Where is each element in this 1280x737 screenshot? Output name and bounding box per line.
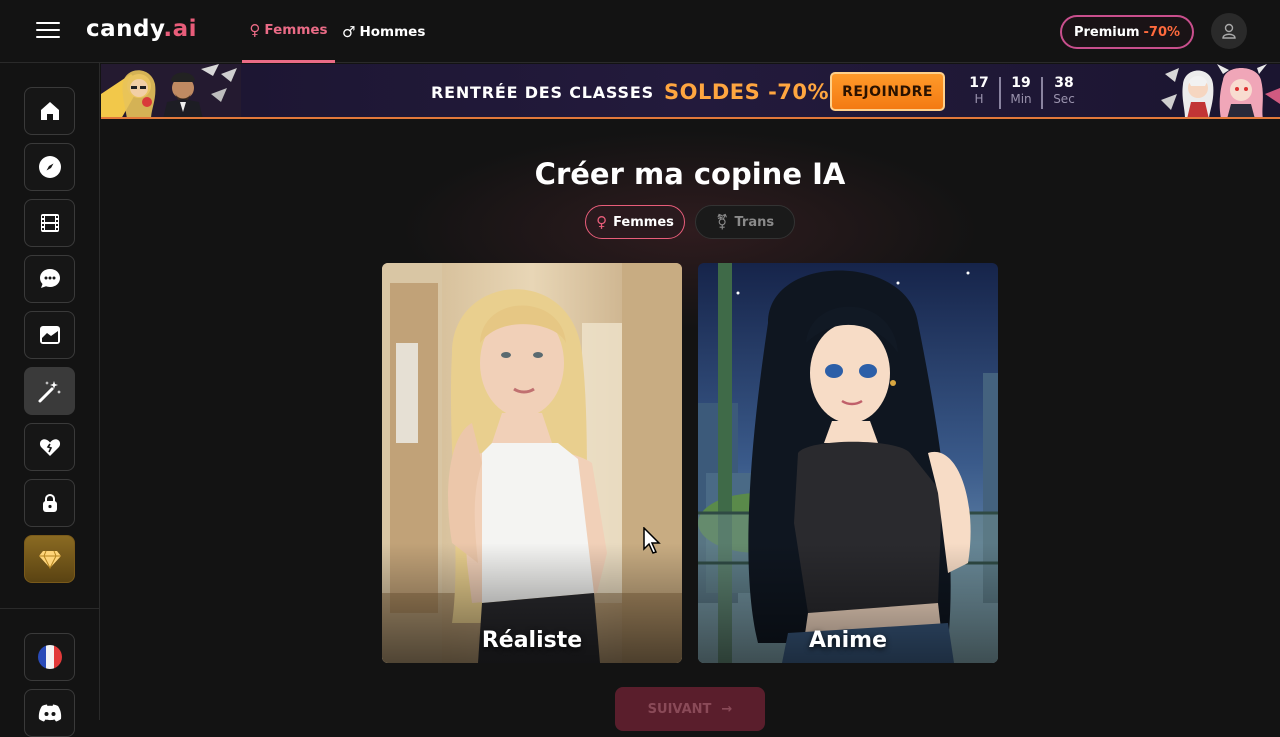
female-icon: ♀ xyxy=(596,213,608,231)
tab-hommes[interactable]: ♂ Hommes xyxy=(342,0,425,63)
filter-trans-label: Trans xyxy=(734,214,775,230)
countdown-hours-unit: H xyxy=(974,92,984,106)
countdown-separator xyxy=(999,77,1001,109)
top-bar: candy.ai ♀ Femmes ♂ Hommes Premium -70% xyxy=(0,0,1280,63)
countdown-minutes: 19 Min xyxy=(1005,75,1037,106)
logo[interactable]: candy.ai xyxy=(86,16,197,42)
countdown-seconds: 38 Sec xyxy=(1047,75,1081,106)
sidebar xyxy=(0,63,100,737)
sidebar-item-my-ai[interactable] xyxy=(24,423,75,471)
anime-illustration xyxy=(698,263,998,663)
image-icon xyxy=(39,326,60,344)
sidebar-item-create[interactable] xyxy=(24,367,75,415)
mouse-cursor-icon xyxy=(643,527,661,554)
countdown-seconds-value: 38 xyxy=(1054,75,1074,91)
sidebar-divider xyxy=(0,608,100,609)
sidebar-item-private[interactable] xyxy=(24,479,75,527)
heart-icon xyxy=(39,439,60,456)
male-icon: ♂ xyxy=(342,22,356,41)
style-card-anime[interactable]: Anime xyxy=(698,263,998,663)
card-label-anime: Anime xyxy=(808,628,888,653)
sidebar-item-discord[interactable] xyxy=(24,689,75,737)
banner-left-illustration xyxy=(101,64,241,117)
sidebar-item-chat[interactable] xyxy=(24,255,75,303)
style-card-realistic[interactable]: Réaliste xyxy=(382,263,682,663)
countdown-hours: 17 H xyxy=(967,75,991,106)
sidebar-item-language[interactable] xyxy=(24,633,75,681)
sidebar-item-home[interactable] xyxy=(24,87,75,135)
sidebar-item-videos[interactable] xyxy=(24,199,75,247)
sidebar-item-explore[interactable] xyxy=(24,143,75,191)
card-label-realistic: Réaliste xyxy=(481,628,583,653)
film-icon xyxy=(40,214,59,232)
logo-dot: .ai xyxy=(163,16,198,42)
menu-icon[interactable] xyxy=(36,22,60,40)
sidebar-item-gallery[interactable] xyxy=(24,311,75,359)
tab-femmes-label: Femmes xyxy=(264,22,328,38)
chat-icon xyxy=(39,269,60,288)
banner-text: RENTRÉE DES CLASSES xyxy=(431,83,654,102)
banner-right-illustration xyxy=(1161,64,1280,117)
discord-icon xyxy=(38,704,61,722)
transgender-icon: ⚧ xyxy=(715,213,729,231)
countdown-separator xyxy=(1041,77,1043,109)
tab-femmes[interactable]: ♀ Femmes xyxy=(242,0,335,63)
female-icon: ♀ xyxy=(249,21,261,39)
premium-label: Premium xyxy=(1073,24,1140,40)
magic-wand-icon xyxy=(38,381,61,403)
filter-femmes-label: Femmes xyxy=(613,214,674,230)
page-title: Créer ma copine IA xyxy=(534,157,846,191)
logo-text: candy xyxy=(86,16,164,42)
diamond-icon xyxy=(38,550,61,570)
banner-sale: SOLDES -70% xyxy=(664,80,830,104)
user-avatar[interactable] xyxy=(1211,13,1247,49)
filter-trans[interactable]: ⚧ Trans xyxy=(695,205,795,239)
premium-discount: -70% xyxy=(1143,24,1181,40)
arrow-right-icon: → xyxy=(721,701,733,717)
compass-icon xyxy=(38,156,61,178)
next-button-label: SUIVANT xyxy=(647,701,712,717)
lock-icon xyxy=(42,493,57,512)
home-icon xyxy=(40,102,59,120)
filter-femmes[interactable]: ♀ Femmes xyxy=(585,205,685,239)
next-button[interactable]: SUIVANT → xyxy=(615,687,765,731)
user-icon xyxy=(1222,23,1236,39)
countdown-hours-value: 17 xyxy=(969,75,989,91)
realistic-photo xyxy=(382,263,682,663)
countdown-seconds-unit: Sec xyxy=(1053,92,1075,106)
sidebar-item-premium[interactable] xyxy=(24,535,75,583)
countdown-minutes-unit: Min xyxy=(1010,92,1032,106)
join-button[interactable]: REJOINDRE xyxy=(830,72,945,111)
countdown-minutes-value: 19 xyxy=(1011,75,1031,91)
premium-button[interactable]: Premium -70% xyxy=(1060,15,1194,49)
france-flag-icon xyxy=(37,645,62,669)
promo-banner[interactable]: RENTRÉE DES CLASSES SOLDES -70% REJOINDR… xyxy=(101,64,1280,119)
tab-hommes-label: Hommes xyxy=(359,23,426,40)
